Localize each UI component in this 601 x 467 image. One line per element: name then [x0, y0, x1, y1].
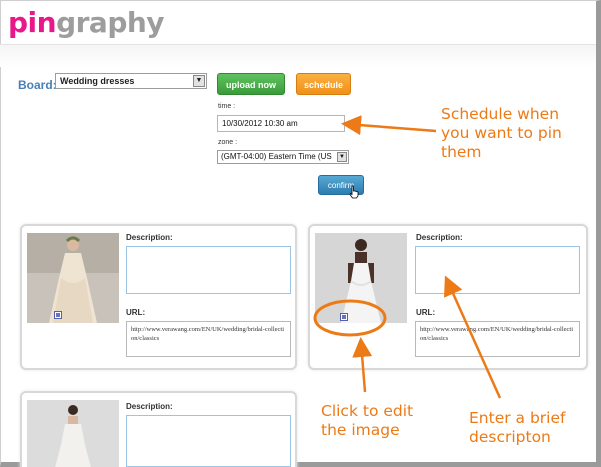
edit-image-highlight [313, 299, 387, 337]
brief-annotation-line2: descripton [469, 428, 551, 446]
description-annotation: Enter a brief descripton [469, 409, 565, 447]
schedule-annotation-line3: them [441, 143, 482, 161]
schedule-annotation-line1: Schedule when [441, 105, 560, 123]
edit-image-arrow [352, 337, 373, 393]
annotation-overlay [313, 115, 502, 399]
schedule-annotation: Schedule when you want to pin them [441, 105, 562, 162]
brief-annotation-line1: Enter a brief [469, 409, 566, 427]
edit-image-annotation: Click to edit the image [321, 402, 413, 440]
description-arrow [444, 275, 502, 399]
schedule-annotation-line2: you want to pin [441, 124, 562, 142]
schedule-arrow [341, 115, 437, 136]
edit-annotation-line1: Click to edit [321, 402, 414, 420]
edit-annotation-line2: the image [321, 421, 400, 439]
